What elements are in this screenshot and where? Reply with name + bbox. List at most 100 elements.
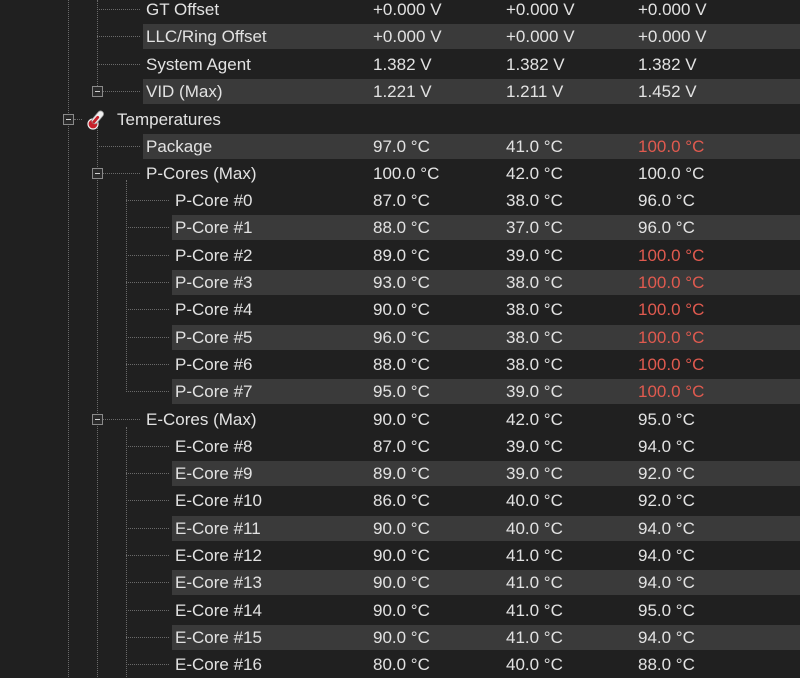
current-value: +0.000 V bbox=[373, 0, 442, 19]
collapse-toggle[interactable] bbox=[92, 86, 103, 97]
row-highlight bbox=[172, 270, 800, 295]
minimum-value: 41.0 °C bbox=[506, 628, 563, 647]
current-value: 89.0 °C bbox=[373, 246, 430, 265]
sensor-label: P-Cores (Max) bbox=[146, 164, 257, 183]
maximum-value: 94.0 °C bbox=[638, 546, 695, 565]
current-value: 87.0 °C bbox=[373, 191, 430, 210]
minimum-value: 39.0 °C bbox=[506, 437, 563, 456]
sensor-label: System Agent bbox=[146, 55, 251, 74]
current-value: 89.0 °C bbox=[373, 464, 430, 483]
sensor-label: P-Core #2 bbox=[175, 246, 253, 265]
current-value: +0.000 V bbox=[373, 27, 442, 46]
ecore-row[interactable]: E-Core #16 80.0 °C 40.0 °C 88.0 °C bbox=[0, 651, 800, 678]
maximum-value: +0.000 V bbox=[638, 0, 707, 19]
ecore-row[interactable]: E-Core #9 89.0 °C 39.0 °C 92.0 °C bbox=[0, 460, 800, 487]
voltage-row[interactable]: VID (Max) 1.221 V 1.211 V 1.452 V bbox=[0, 78, 800, 105]
tree-connector bbox=[126, 555, 169, 556]
sensor-label: E-Core #10 bbox=[175, 491, 262, 510]
tree-connector bbox=[126, 200, 169, 201]
sensor-label: GT Offset bbox=[146, 0, 220, 19]
tree-connector bbox=[126, 500, 169, 501]
minimum-value: 38.0 °C bbox=[506, 191, 563, 210]
maximum-value: 94.0 °C bbox=[638, 437, 695, 456]
tree-connector bbox=[97, 9, 140, 10]
row-highlight bbox=[172, 625, 800, 650]
pcore-row[interactable]: P-Core #2 89.0 °C 39.0 °C 100.0 °C bbox=[0, 242, 800, 269]
collapse-toggle[interactable] bbox=[63, 114, 74, 125]
collapse-toggle[interactable] bbox=[92, 168, 103, 179]
tree-connector bbox=[126, 582, 169, 583]
current-value: 1.382 V bbox=[373, 55, 432, 74]
tree-connector bbox=[126, 446, 169, 447]
maximum-value: 100.0 °C bbox=[638, 246, 705, 265]
pcore-row[interactable]: P-Core #5 96.0 °C 38.0 °C 100.0 °C bbox=[0, 324, 800, 351]
sensor-label: Package bbox=[146, 137, 213, 156]
tree-connector bbox=[97, 91, 140, 92]
ecore-row[interactable]: E-Core #13 90.0 °C 41.0 °C 94.0 °C bbox=[0, 569, 800, 596]
package-temp-row[interactable]: Package 97.0 °C 41.0 °C 100.0 °C bbox=[0, 133, 800, 160]
sensor-label: P-Core #7 bbox=[175, 382, 253, 401]
sensor-label: P-Core #5 bbox=[175, 328, 253, 347]
tree-connector bbox=[97, 173, 140, 174]
maximum-value: 100.0 °C bbox=[638, 273, 705, 292]
sensor-label: E-Core #12 bbox=[175, 546, 262, 565]
sensor-label: P-Core #3 bbox=[175, 273, 253, 292]
tree-connector bbox=[126, 364, 169, 365]
sensor-label: E-Core #16 bbox=[175, 655, 262, 674]
pcore-row[interactable]: P-Core #1 88.0 °C 37.0 °C 96.0 °C bbox=[0, 214, 800, 241]
current-value: 90.0 °C bbox=[373, 628, 430, 647]
ecores-max-row[interactable]: E-Cores (Max) 90.0 °C 42.0 °C 95.0 °C bbox=[0, 406, 800, 433]
tree-connector bbox=[97, 64, 140, 65]
tree-connector bbox=[126, 227, 169, 228]
collapse-toggle[interactable] bbox=[92, 414, 103, 425]
minimum-value: 39.0 °C bbox=[506, 464, 563, 483]
ecore-row[interactable]: E-Core #12 90.0 °C 41.0 °C 94.0 °C bbox=[0, 542, 800, 569]
pcore-row[interactable]: P-Core #0 87.0 °C 38.0 °C 96.0 °C bbox=[0, 187, 800, 214]
sensor-label: E-Cores (Max) bbox=[146, 410, 257, 429]
pcore-row[interactable]: P-Core #6 88.0 °C 38.0 °C 100.0 °C bbox=[0, 351, 800, 378]
current-value: 96.0 °C bbox=[373, 328, 430, 347]
current-value: 90.0 °C bbox=[373, 573, 430, 592]
pcores-max-row[interactable]: P-Cores (Max) 100.0 °C 42.0 °C 100.0 °C bbox=[0, 160, 800, 187]
row-highlight bbox=[172, 461, 800, 486]
current-value: 90.0 °C bbox=[373, 410, 430, 429]
tree-connector bbox=[97, 146, 140, 147]
sensor-tree: Temperatures GT Offset +0.000 V +0.000 V +0… bbox=[0, 0, 800, 677]
current-value: 1.221 V bbox=[373, 82, 432, 101]
ecore-row[interactable]: E-Core #15 90.0 °C 41.0 °C 94.0 °C bbox=[0, 624, 800, 651]
pcore-row[interactable]: P-Core #3 93.0 °C 38.0 °C 100.0 °C bbox=[0, 269, 800, 296]
row-highlight bbox=[143, 79, 800, 104]
ecore-row[interactable]: E-Core #8 87.0 °C 39.0 °C 94.0 °C bbox=[0, 433, 800, 460]
maximum-value: 94.0 °C bbox=[638, 519, 695, 538]
sensor-label: E-Core #11 bbox=[175, 519, 261, 538]
minimum-value: 41.0 °C bbox=[506, 601, 563, 620]
sensor-label: E-Core #14 bbox=[175, 601, 262, 620]
maximum-value: 96.0 °C bbox=[638, 191, 695, 210]
tree-connector bbox=[74, 119, 82, 120]
minimum-value: +0.000 V bbox=[506, 0, 575, 19]
tree-connector bbox=[126, 391, 169, 392]
current-value: 90.0 °C bbox=[373, 546, 430, 565]
voltage-row[interactable]: GT Offset +0.000 V +0.000 V +0.000 V bbox=[0, 0, 800, 23]
minimum-value: 38.0 °C bbox=[506, 355, 563, 374]
voltage-row[interactable]: System Agent 1.382 V 1.382 V 1.382 V bbox=[0, 51, 800, 78]
minimum-value: +0.000 V bbox=[506, 27, 575, 46]
tree-connector bbox=[97, 36, 140, 37]
minimum-value: 41.0 °C bbox=[506, 137, 563, 156]
minimum-value: 42.0 °C bbox=[506, 164, 563, 183]
current-value: 80.0 °C bbox=[373, 655, 430, 674]
sensor-label: P-Core #6 bbox=[175, 355, 253, 374]
pcore-row[interactable]: P-Core #4 90.0 °C 38.0 °C 100.0 °C bbox=[0, 296, 800, 323]
tree-connector bbox=[126, 255, 169, 256]
current-value: 88.0 °C bbox=[373, 218, 430, 237]
temperatures-group-row[interactable]: Temperatures bbox=[0, 106, 800, 133]
minimum-value: 40.0 °C bbox=[506, 655, 563, 674]
ecore-row[interactable]: E-Core #11 90.0 °C 40.0 °C 94.0 °C bbox=[0, 515, 800, 542]
voltage-row[interactable]: LLC/Ring Offset +0.000 V +0.000 V +0.000 V bbox=[0, 23, 800, 50]
ecore-row[interactable]: E-Core #14 90.0 °C 41.0 °C 95.0 °C bbox=[0, 597, 800, 624]
ecore-row[interactable]: E-Core #10 86.0 °C 40.0 °C 92.0 °C bbox=[0, 487, 800, 514]
minimum-value: 40.0 °C bbox=[506, 491, 563, 510]
tree-connector bbox=[126, 309, 169, 310]
pcore-row[interactable]: P-Core #7 95.0 °C 39.0 °C 100.0 °C bbox=[0, 378, 800, 405]
maximum-value: 100.0 °C bbox=[638, 137, 705, 156]
